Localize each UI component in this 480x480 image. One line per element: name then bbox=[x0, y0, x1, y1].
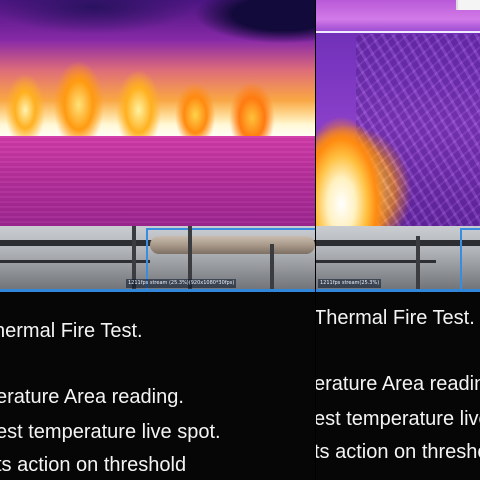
caption-line-1: Thermal Fire Test. bbox=[316, 307, 475, 329]
stream-info-label: 1211fps stream(25.3%) bbox=[318, 279, 382, 288]
fire-flames bbox=[0, 40, 315, 140]
thermal-camera-view-right bbox=[316, 0, 480, 226]
caption-line-4: ts action on thresho bbox=[316, 441, 480, 463]
support-post bbox=[416, 236, 420, 292]
caption-line-2: erature Area reading bbox=[316, 373, 480, 395]
horizon-line bbox=[316, 31, 480, 33]
thermal-ground bbox=[0, 136, 315, 226]
caption-line-3: est temperature live bbox=[316, 408, 480, 430]
caption-line-1: hermal Fire Test. bbox=[0, 320, 143, 342]
left-video-panel: 1211fps stream (25.3%)(920x1080*30fps) h… bbox=[0, 0, 315, 480]
steel-beam bbox=[0, 260, 150, 263]
selection-frame[interactable] bbox=[460, 228, 480, 292]
steel-beam bbox=[316, 240, 480, 246]
stream-info-label: 1211fps stream (25.3%)(920x1080*30fps) bbox=[126, 279, 237, 288]
caption-line-3: est temperature live spot. bbox=[0, 421, 221, 443]
pipe bbox=[150, 236, 315, 254]
caption-line-2: erature Area reading. bbox=[0, 386, 184, 408]
thermal-camera-view-left bbox=[0, 0, 315, 226]
visual-camera-strip-right: 1211fps stream(25.3%) bbox=[316, 226, 480, 292]
timeline-bar[interactable] bbox=[316, 289, 480, 292]
right-video-panel: 1211fps stream(25.3%) Thermal Fire Test.… bbox=[316, 0, 480, 480]
caption-line-4: ts action on threshold bbox=[0, 454, 187, 476]
fire-hotspot bbox=[316, 80, 401, 226]
overlay-logo bbox=[456, 0, 480, 10]
support-post bbox=[270, 244, 274, 292]
visual-camera-strip-left: 1211fps stream (25.3%)(920x1080*30fps) bbox=[0, 226, 315, 292]
timeline-bar[interactable] bbox=[0, 289, 315, 292]
